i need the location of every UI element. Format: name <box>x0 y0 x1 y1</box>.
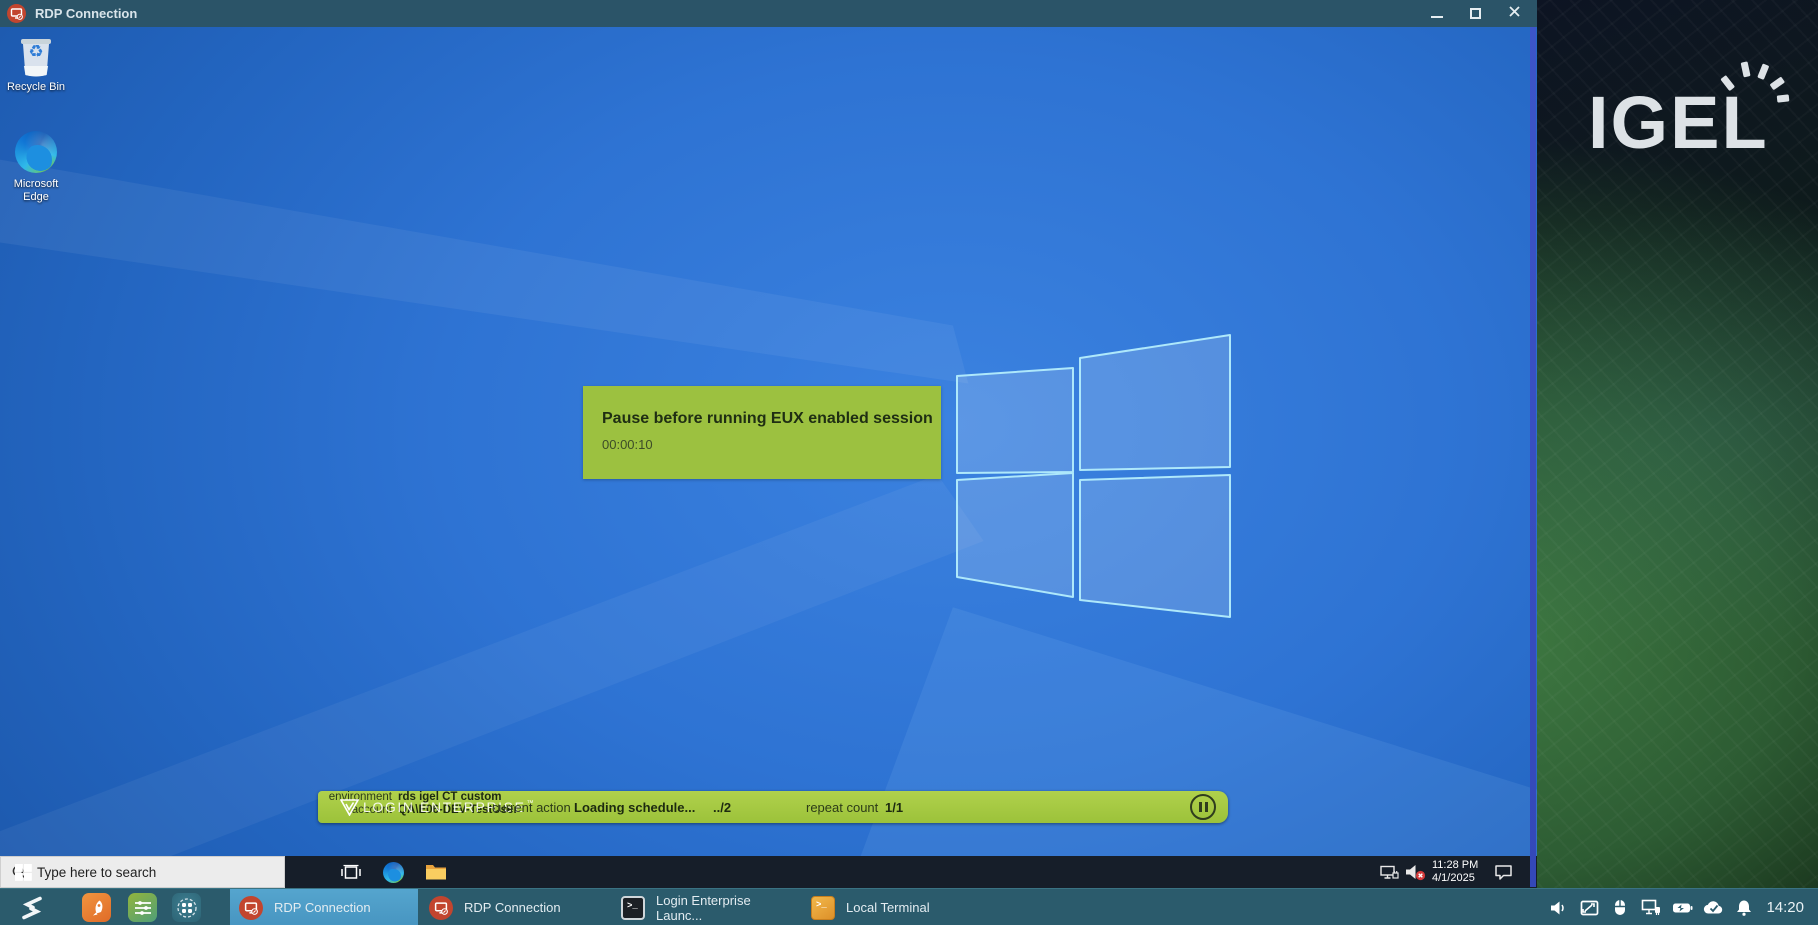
repeat-count-label: repeat count <box>806 791 878 823</box>
cloud-check-icon[interactable] <box>1702 897 1724 919</box>
pause-icon <box>1205 802 1208 812</box>
volume-icon[interactable] <box>1547 897 1569 919</box>
bell-icon[interactable] <box>1733 897 1755 919</box>
volume-muted-icon[interactable] <box>1402 856 1430 888</box>
edge-taskbar-button[interactable] <box>378 856 408 888</box>
pause-button[interactable] <box>1190 794 1216 820</box>
igel-menu-button[interactable] <box>17 893 46 922</box>
current-action-label: current action <box>492 791 571 823</box>
minimize-icon[interactable] <box>1431 16 1443 18</box>
igel-desktop-screen: IGEL RDP Connection <box>0 0 1818 925</box>
terminal-orange-icon: >_ <box>811 896 835 920</box>
pause-icon <box>1199 802 1202 812</box>
progress-value: ../2 <box>713 791 731 823</box>
window-title: RDP Connection <box>35 6 137 21</box>
window-right-border <box>1530 27 1536 887</box>
monitor-plug-icon[interactable] <box>1640 897 1662 919</box>
app-launcher-button[interactable] <box>82 893 111 922</box>
desktop-icon-recycle-bin[interactable]: ♻ Recycle Bin <box>0 32 72 94</box>
clock-time: 11:28 PM <box>1432 859 1478 872</box>
taskbar-item-local-terminal[interactable]: >_ Local Terminal <box>802 889 950 925</box>
recycle-symbol-icon: ♻ <box>13 42 59 62</box>
settings-button[interactable] <box>128 893 157 922</box>
sliders-icon <box>134 900 152 916</box>
windows-clock[interactable]: 11:28 PM 4/1/2025 <box>1432 856 1484 888</box>
app-grid-icon <box>177 898 197 918</box>
task-label: Login Enterprise Launc... <box>656 893 800 923</box>
taskbar-item-rdp-connection-active[interactable]: RDP Connection <box>230 889 418 925</box>
task-label: Local Terminal <box>846 900 930 915</box>
display-icon[interactable] <box>1578 897 1600 919</box>
rdp-monitor-icon <box>239 896 263 920</box>
battery-icon[interactable] <box>1671 897 1693 919</box>
search-input[interactable] <box>35 864 255 881</box>
taskbar-search[interactable] <box>0 856 285 888</box>
file-explorer-icon <box>425 863 447 881</box>
file-explorer-button[interactable] <box>420 856 452 888</box>
edge-icon <box>383 862 404 883</box>
windows-logo <box>950 330 1240 630</box>
task-view-icon <box>341 864 361 881</box>
repeat-count-value: 1/1 <box>885 791 903 823</box>
network-tray-icon[interactable] <box>1376 856 1402 888</box>
terminal-dark-icon: >_ <box>621 896 645 920</box>
desktop-icon-microsoft-edge[interactable]: Microsoft Edge <box>0 129 72 203</box>
taskbar-item-rdp-connection[interactable]: RDP Connection <box>420 889 610 925</box>
rdp-monitor-icon <box>7 4 26 23</box>
igel-logo-rays-icon <box>1716 56 1794 114</box>
start-icon <box>15 864 32 881</box>
action-center-icon <box>1494 864 1513 880</box>
maximize-icon[interactable] <box>1470 8 1481 19</box>
igel-clock: 14:20 <box>1766 899 1804 916</box>
login-enterprise-status-bar: LOGIN ENTERPRISE™ current action Loading… <box>318 791 1228 823</box>
taskbar-item-login-enterprise-launcher[interactable]: >_ Login Enterprise Launc... <box>612 889 800 925</box>
recycle-bin-icon: ♻ <box>13 32 59 78</box>
igel-taskbar: RDP Connection RDP Connection >_ Login E… <box>0 888 1818 925</box>
start-button[interactable] <box>6 856 40 888</box>
application-overview-button[interactable] <box>172 893 201 922</box>
window-titlebar[interactable]: RDP Connection <box>0 0 1537 27</box>
clock-date: 4/1/2025 <box>1432 872 1475 885</box>
notification-timer: 00:00:10 <box>602 437 941 452</box>
edge-icon <box>13 129 59 175</box>
eux-pause-notification: Pause before running EUX enabled session… <box>583 386 941 479</box>
close-icon[interactable] <box>1508 5 1521 23</box>
task-label: RDP Connection <box>464 900 561 915</box>
igel-wallpaper-logo: IGEL <box>1588 86 1769 160</box>
current-action-value: Loading schedule... <box>574 791 695 823</box>
igel-logo-icon <box>18 894 46 922</box>
task-view-button[interactable] <box>336 856 366 888</box>
notification-title: Pause before running EUX enabled session <box>602 410 941 428</box>
login-enterprise-shield-icon <box>340 791 359 823</box>
rdp-monitor-icon <box>429 896 453 920</box>
desktop-icon-label: Microsoft Edge <box>0 178 72 203</box>
rdp-connection-window: RDP Connection <box>0 0 1537 888</box>
igel-system-tray: 14:20 <box>1547 889 1818 925</box>
rocket-icon <box>88 899 106 917</box>
task-label: RDP Connection <box>274 900 371 915</box>
action-center-button[interactable] <box>1488 856 1518 888</box>
mouse-icon[interactable] <box>1609 897 1631 919</box>
windows-taskbar: 11:28 PM 4/1/2025 <box>0 856 1537 888</box>
desktop-icon-label: Recycle Bin <box>0 81 72 94</box>
